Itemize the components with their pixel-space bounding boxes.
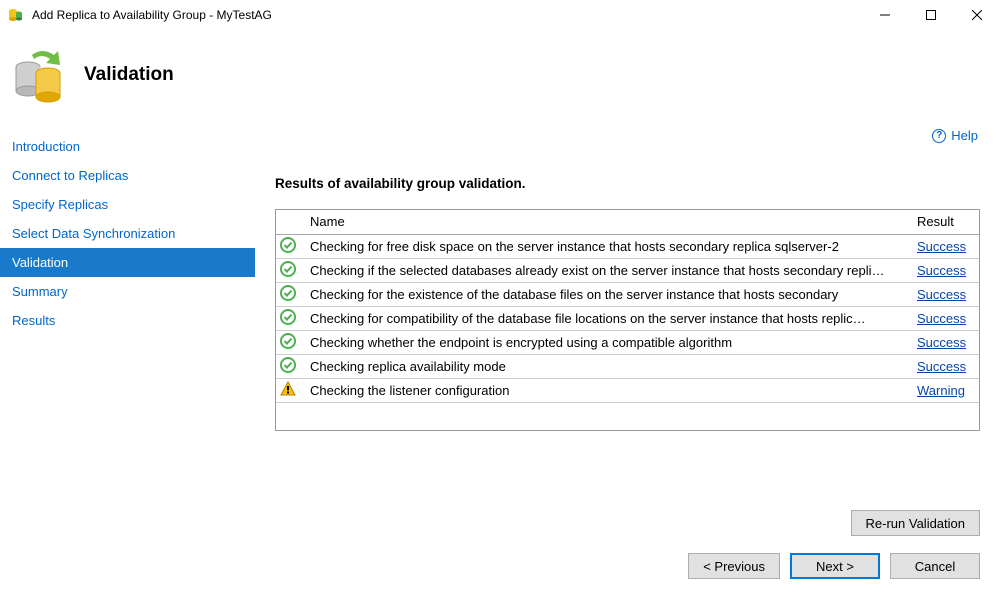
table-row: Checking replica availability mode Succe… <box>276 354 979 378</box>
sidebar-item-label: Summary <box>12 284 68 299</box>
page-header: Validation <box>0 30 1000 120</box>
sidebar-item-select-data-sync[interactable]: Select Data Synchronization <box>0 219 255 248</box>
column-header-name: Name <box>302 210 909 234</box>
sidebar-item-results[interactable]: Results <box>0 306 255 335</box>
column-header-icon <box>276 210 302 234</box>
results-heading: Results of availability group validation… <box>275 176 980 191</box>
result-link[interactable]: Success <box>917 359 966 374</box>
sidebar-item-label: Specify Replicas <box>12 197 108 212</box>
sidebar-item-connect-replicas[interactable]: Connect to Replicas <box>0 161 255 190</box>
result-link[interactable]: Success <box>917 287 966 302</box>
sidebar: Introduction Connect to Replicas Specify… <box>0 120 255 500</box>
close-button[interactable] <box>954 0 1000 30</box>
maximize-button[interactable] <box>908 0 954 30</box>
next-button[interactable]: Next > <box>790 553 880 579</box>
header-db-icon <box>10 45 70 105</box>
result-link[interactable]: Success <box>917 311 966 326</box>
sidebar-item-introduction[interactable]: Introduction <box>0 132 255 161</box>
footer: < Previous Next > Cancel <box>0 536 1000 596</box>
success-icon <box>279 236 297 254</box>
sidebar-item-validation[interactable]: Validation <box>0 248 255 277</box>
success-icon <box>279 308 297 326</box>
sidebar-item-specify-replicas[interactable]: Specify Replicas <box>0 190 255 219</box>
wizard-body: Introduction Connect to Replicas Specify… <box>0 120 1000 500</box>
minimize-button[interactable] <box>862 0 908 30</box>
app-icon <box>8 7 24 23</box>
table-row: Checking for free disk space on the serv… <box>276 234 979 258</box>
warning-icon <box>279 380 297 398</box>
sidebar-item-label: Select Data Synchronization <box>12 226 175 241</box>
help-icon: ? <box>932 129 946 143</box>
table-row: Checking for compatibility of the databa… <box>276 306 979 330</box>
result-link[interactable]: Success <box>917 263 966 278</box>
result-link[interactable]: Success <box>917 335 966 350</box>
table-row: Checking the listener configuration Warn… <box>276 378 979 402</box>
footer-upper: Re-run Validation <box>0 500 1000 536</box>
validation-check-name: Checking if the selected databases alrea… <box>302 258 909 282</box>
help-link[interactable]: ? Help <box>932 128 978 143</box>
column-header-result: Result <box>909 210 979 234</box>
previous-button[interactable]: < Previous <box>688 553 780 579</box>
rerun-validation-button[interactable]: Re-run Validation <box>851 510 980 536</box>
cancel-button[interactable]: Cancel <box>890 553 980 579</box>
sidebar-item-label: Connect to Replicas <box>12 168 128 183</box>
sidebar-item-label: Introduction <box>12 139 80 154</box>
validation-check-name: Checking replica availability mode <box>302 354 909 378</box>
validation-check-name: Checking the listener configuration <box>302 378 909 402</box>
window-title: Add Replica to Availability Group - MyTe… <box>32 8 272 22</box>
table-row: Checking for the existence of the databa… <box>276 282 979 306</box>
validation-check-name: Checking for compatibility of the databa… <box>302 306 909 330</box>
sidebar-item-summary[interactable]: Summary <box>0 277 255 306</box>
sidebar-item-label: Results <box>12 313 55 328</box>
content-area: ? Help Results of availability group val… <box>255 120 1000 500</box>
success-icon <box>279 332 297 350</box>
table-row: Checking whether the endpoint is encrypt… <box>276 330 979 354</box>
result-link[interactable]: Warning <box>917 383 965 398</box>
sidebar-item-label: Validation <box>12 255 68 270</box>
validation-check-name: Checking for the existence of the databa… <box>302 282 909 306</box>
validation-check-name: Checking whether the endpoint is encrypt… <box>302 330 909 354</box>
success-icon <box>279 284 297 302</box>
page-title: Validation <box>84 64 174 86</box>
table-row: Checking if the selected databases alrea… <box>276 258 979 282</box>
titlebar: Add Replica to Availability Group - MyTe… <box>0 0 1000 30</box>
success-icon <box>279 356 297 374</box>
validation-check-name: Checking for free disk space on the serv… <box>302 234 909 258</box>
help-label: Help <box>951 128 978 143</box>
validation-grid: Name Result Checking for free disk space… <box>275 209 980 431</box>
result-link[interactable]: Success <box>917 239 966 254</box>
success-icon <box>279 260 297 278</box>
